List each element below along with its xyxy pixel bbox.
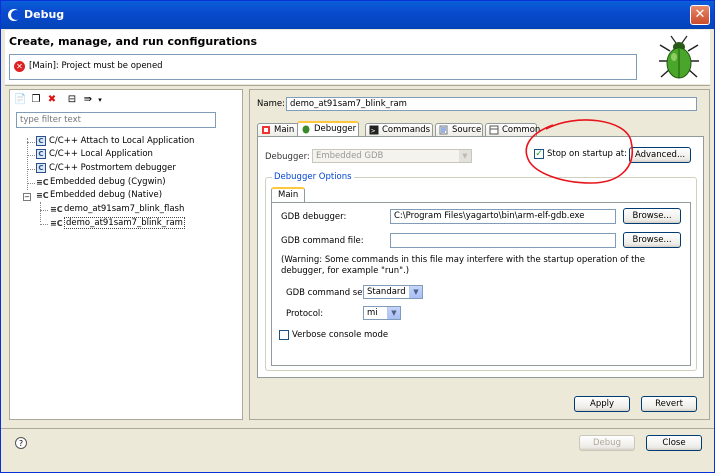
filter-input[interactable] <box>16 112 216 128</box>
chevron-down-icon: ▼ <box>387 307 400 319</box>
browse-command-file-button[interactable]: Browse... <box>623 232 681 248</box>
tab-source[interactable]: Source <box>435 123 483 137</box>
tree-line <box>27 169 35 170</box>
tree-line <box>40 210 48 211</box>
debugger-tab-icon <box>302 125 310 134</box>
checkbox-icon <box>279 330 289 340</box>
tree-item-local-application[interactable]: C C/C++ Local Application <box>36 149 153 162</box>
gdb-debugger-input[interactable]: C:\Program Files\yagarto\bin\arm-elf-gdb… <box>390 209 616 224</box>
tab-commands[interactable]: > Commands <box>365 123 433 137</box>
tree-line <box>27 183 35 184</box>
close-icon: ✕ <box>694 7 706 22</box>
check-icon: ✓ <box>534 149 544 159</box>
duplicate-icon[interactable]: ❐ <box>30 94 42 106</box>
eclipse-icon <box>8 9 21 21</box>
c-app-icon: C <box>36 163 46 173</box>
configuration-editor: Name: demo_at91sam7_blink_ram Main Debug… <box>249 89 710 420</box>
tab-main[interactable]: Main <box>257 123 299 137</box>
browse-gdb-button[interactable]: Browse... <box>623 208 681 224</box>
protocol-select[interactable]: mi ▼ <box>363 306 401 320</box>
command-set-label: GDB command set: <box>286 288 369 298</box>
main-tab-icon <box>262 126 270 134</box>
svg-text:>: > <box>371 127 375 135</box>
inner-tab-body: GDB debugger: C:\Program Files\yagarto\b… <box>271 202 691 366</box>
window-title: Debug <box>24 8 65 21</box>
close-window-button[interactable]: ✕ <box>690 5 710 25</box>
filter-icon[interactable]: ⇛ <box>82 94 94 106</box>
gdb-command-file-label: GDB command file: <box>281 236 364 246</box>
tree-item-embedded-cygwin[interactable]: ≡CEmbedded debug (Cygwin) <box>36 177 166 190</box>
collapse-all-icon[interactable]: ⊟ <box>66 94 78 106</box>
advanced-button[interactable]: Advanced... <box>629 147 691 163</box>
name-input[interactable]: demo_at91sam7_blink_ram <box>286 97 697 111</box>
new-config-icon[interactable]: 📄 <box>14 94 26 106</box>
debugger-label: Debugger: <box>265 152 310 162</box>
gdb-command-file-input[interactable] <box>390 233 616 248</box>
close-button[interactable]: Close <box>646 435 702 451</box>
gdb-debugger-label: GDB debugger: <box>281 212 347 222</box>
chevron-down-icon: ▼ <box>409 286 422 298</box>
debugger-options-title: Debugger Options <box>272 172 354 182</box>
common-tab-icon <box>489 125 499 135</box>
delete-icon[interactable]: ✖ <box>46 94 58 106</box>
name-label: Name: <box>257 99 285 109</box>
embedded-debug-icon: ≡C <box>50 218 63 228</box>
tree-item-postmortem[interactable]: C C/C++ Postmortem debugger <box>36 163 176 176</box>
embedded-debug-icon: ≡C <box>36 190 49 200</box>
title-bar[interactable]: Debug ✕ <box>1 1 714 29</box>
command-file-warning: (Warning: Some commands in this file may… <box>281 255 646 276</box>
c-app-icon: C <box>36 136 46 146</box>
revert-button[interactable]: Revert <box>641 396 697 412</box>
inner-tab-main[interactable]: Main <box>271 187 306 202</box>
tab-common[interactable]: Common <box>485 123 540 137</box>
apply-button[interactable]: Apply <box>574 396 630 412</box>
c-app-icon: C <box>36 149 46 159</box>
tree-line <box>40 202 41 222</box>
dialog-heading: Create, manage, and run configurations <box>9 35 258 48</box>
error-message: [Main]: Project must be opened <box>29 61 163 71</box>
debugger-options-group: Debugger Options Main GDB debugger: C:\P… <box>265 172 697 371</box>
tree-item-embedded-native[interactable]: ≡CEmbedded debug (Native) <box>36 190 162 203</box>
config-tabs: Main Debugger > Commands Source Common <box>257 121 704 138</box>
tree-expander[interactable]: − <box>23 193 31 201</box>
verbose-console-checkbox[interactable]: Verbose console mode <box>279 330 388 341</box>
tree-line <box>40 224 48 225</box>
help-icon[interactable]: ? <box>15 437 27 449</box>
stop-on-startup-checkbox[interactable]: ✓ Stop on startup at: <box>534 149 627 160</box>
error-icon: ✕ <box>14 61 25 72</box>
command-set-select[interactable]: Standard ▼ <box>363 285 423 299</box>
chevron-down-icon[interactable]: ▾ <box>94 94 106 106</box>
embedded-debug-icon: ≡C <box>50 204 63 214</box>
tree-line <box>27 155 35 156</box>
tree-item-attach-local[interactable]: C C/C++ Attach to Local Application <box>36 136 194 149</box>
bug-icon <box>659 35 699 79</box>
tree-item-blink-flash[interactable]: ≡Cdemo_at91sam7_blink_flash <box>50 204 184 217</box>
debug-button[interactable]: Debug <box>579 435 635 451</box>
chevron-down-icon: ▼ <box>459 150 471 162</box>
tree-item-blink-ram[interactable]: ≡C demo_at91sam7_blink_ram <box>50 217 185 231</box>
debugger-select: Embedded GDB ▼ <box>312 149 472 163</box>
tree-line <box>27 142 35 143</box>
dialog-header: Create, manage, and run configurations ✕… <box>5 30 710 84</box>
configuration-tree-panel: 📄 ❐ ✖ ⊟ ⇛ ▾ CC/C++ Attach to Local Appli… <box>9 89 243 420</box>
embedded-debug-icon: ≡C <box>36 177 49 187</box>
protocol-label: Protocol: <box>286 309 324 319</box>
source-tab-icon <box>439 125 448 135</box>
header-separator <box>5 85 710 86</box>
debugger-tab-body: Debugger: Embedded GDB ▼ ✓ Stop on startu… <box>257 136 704 378</box>
message-area: ✕ [Main]: Project must be opened <box>9 54 637 80</box>
footer-separator <box>1 428 714 429</box>
commands-tab-icon: > <box>369 125 379 135</box>
debug-dialog: Debug ✕ Create, manage, and run configur… <box>0 0 715 473</box>
